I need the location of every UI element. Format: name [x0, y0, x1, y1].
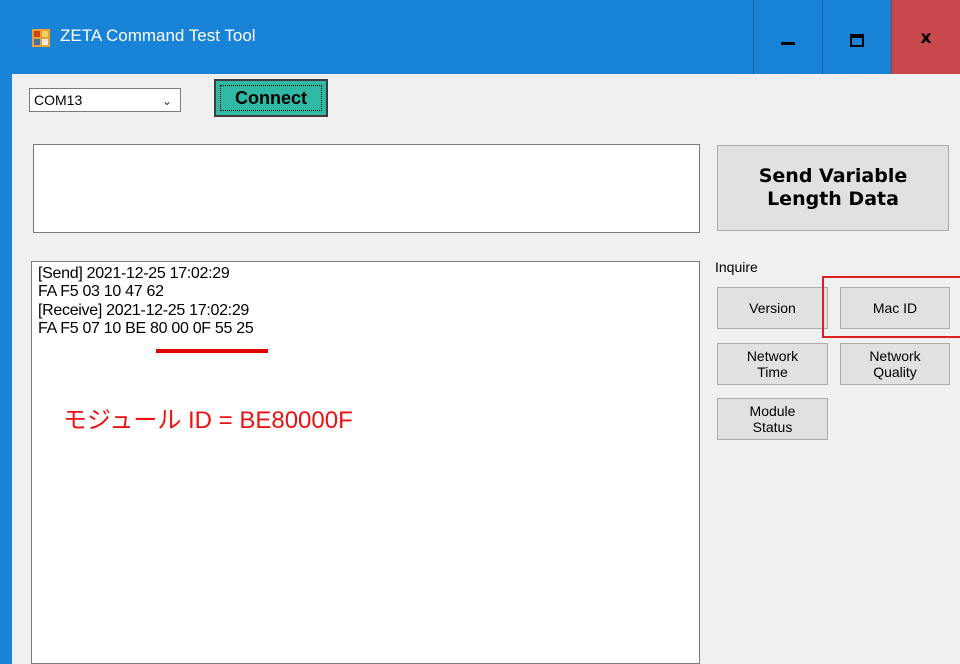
close-icon: x — [920, 28, 932, 48]
variable-data-input[interactable] — [33, 144, 700, 233]
window-title: ZETA Command Test Tool — [60, 26, 256, 45]
version-button[interactable]: Version — [717, 287, 828, 329]
log-line: [Send] 2021-12-25 17:02:29 — [38, 265, 230, 282]
focus-outline — [220, 85, 322, 111]
window-border — [0, 74, 12, 664]
send-label-line2: Length Data — [767, 188, 899, 210]
log-line: FA F5 03 10 47 62 — [38, 283, 164, 300]
connect-button[interactable]: Connect — [214, 79, 328, 117]
minimize-button[interactable] — [753, 0, 822, 74]
module-status-button[interactable]: Module Status — [717, 398, 828, 440]
send-label-line1: Send Variable — [758, 165, 908, 187]
network-quality-button[interactable]: Network Quality — [840, 343, 950, 385]
log-output[interactable]: [Send] 2021-12-25 17:02:29 FA F5 03 10 4… — [31, 261, 700, 664]
mac-id-underline-annotation — [156, 349, 268, 353]
app-icon — [32, 29, 50, 47]
network-time-label-2: Time — [757, 364, 788, 380]
mac-id-highlight-annotation — [822, 276, 960, 338]
network-quality-label-2: Quality — [873, 364, 917, 380]
maximize-icon — [850, 33, 864, 47]
send-variable-length-data-button[interactable]: Send Variable Length Data — [717, 145, 949, 231]
com-port-value: COM13 — [34, 92, 83, 108]
com-port-select[interactable]: COM13 ⌄ — [29, 88, 181, 112]
network-quality-label-1: Network — [869, 348, 921, 364]
module-status-label-2: Status — [752, 419, 793, 435]
network-time-button[interactable]: Network Time — [717, 343, 828, 385]
maximize-button[interactable] — [822, 0, 891, 74]
module-id-annotation: モジュール ID = BE80000F — [63, 407, 353, 434]
chevron-down-icon: ⌄ — [161, 94, 172, 108]
version-label: Version — [749, 300, 796, 316]
module-status-label-1: Module — [749, 403, 796, 419]
minimize-icon — [781, 41, 795, 45]
log-line: [Receive] 2021-12-25 17:02:29 — [38, 302, 250, 319]
title-bar[interactable]: ZETA Command Test Tool x — [0, 0, 960, 74]
inquire-label: Inquire — [715, 259, 758, 275]
network-time-label-1: Network — [746, 348, 799, 364]
close-button[interactable]: x — [891, 0, 960, 74]
log-line: FA F5 07 10 BE 80 00 0F 55 25 — [38, 320, 254, 337]
